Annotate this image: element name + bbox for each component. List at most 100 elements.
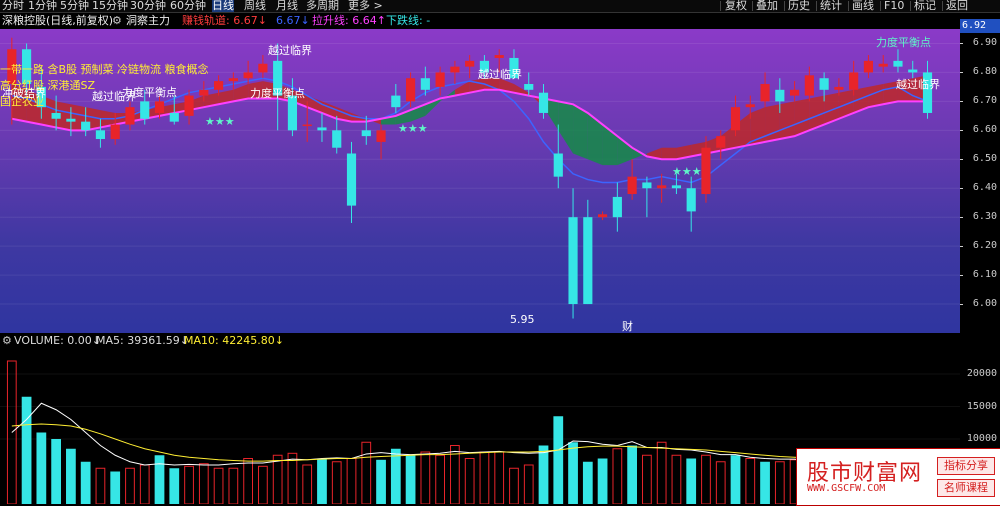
price-tick-mark [960, 304, 963, 306]
toolbar-divider [752, 1, 753, 11]
site-watermark: 股市财富网 WWW.GSCFW.COM 指标分享 名师课程 [796, 448, 1000, 506]
price-tick-label: 6.60 [972, 124, 997, 136]
toolbar-divider [942, 1, 943, 11]
volume-tick-label: 15000 [966, 400, 997, 412]
volume-bar [390, 448, 401, 504]
volume-bar [125, 467, 135, 504]
volume-ma10-line [11, 423, 928, 462]
settings-icon[interactable]: ⚙ [112, 13, 122, 29]
yuejie-label-3: 越过临界 [478, 68, 522, 81]
line2-value: 6.67↓ [276, 14, 310, 27]
toolbar-divider [880, 1, 881, 11]
volume-bar [597, 458, 608, 504]
back-button[interactable]: 返回 [946, 0, 968, 12]
lidu-label-2: 力度平衡点 [250, 87, 305, 100]
candle-body [716, 136, 726, 148]
fuquan-button[interactable]: 复权 [725, 0, 747, 12]
volume-bar [509, 467, 519, 504]
volume-bar [464, 458, 475, 504]
period-tab-fenshi[interactable]: 分时 [2, 0, 24, 12]
price-tick-mark [960, 159, 963, 161]
period-tab-daily[interactable]: 日线 [212, 0, 234, 12]
candle-body [671, 185, 682, 189]
volume-bar [774, 461, 785, 504]
indicator-share-link[interactable]: 指标分享 [937, 457, 995, 475]
period-tab-1min[interactable]: 1分钟 [28, 0, 57, 12]
volume-bar [331, 461, 342, 504]
volume-bar [139, 464, 150, 504]
candle-body [391, 95, 401, 108]
chongpo-label: 冲破结界 [2, 87, 46, 100]
volume-bar [405, 455, 416, 504]
volume-bar [671, 454, 682, 504]
price-tick-mark [960, 275, 963, 277]
price-tick-mark [960, 246, 963, 248]
volume-bar [66, 448, 76, 504]
volume-bar [213, 467, 224, 504]
star-group-3: ★★★ [672, 165, 702, 178]
period-tab-30min[interactable]: 30分钟 [130, 0, 166, 12]
star-group-1: ★★★ [205, 115, 235, 128]
period-tab-60min[interactable]: 60分钟 [170, 0, 206, 12]
volume-bar [169, 468, 180, 504]
yuejie-label-4: 越过临界 [896, 78, 940, 91]
indicator-info-line: 深粮控股(日线,前复权) ⚙ 洞察主力 赚钱轨道: 6.67↓ 6.67↓ 拉升… [0, 13, 1000, 29]
lidu-label: 力度平衡点 [122, 86, 177, 99]
volume-bar [760, 461, 770, 504]
volume-bar [494, 451, 505, 504]
teacher-course-link[interactable]: 名师课程 [937, 479, 995, 497]
candle-body [494, 55, 504, 58]
period-tab-weekly[interactable]: 周线 [244, 0, 266, 12]
volume-bar [36, 432, 47, 504]
overlay-button[interactable]: 叠加 [756, 0, 778, 12]
candle-body [169, 112, 179, 122]
toolbar-divider [720, 1, 721, 11]
candle-body [819, 78, 829, 90]
candle-body [627, 176, 637, 195]
f10-button[interactable]: F10 [884, 0, 904, 12]
candle-body [361, 130, 371, 137]
toolbar-divider [816, 1, 817, 11]
candle-body [66, 118, 76, 122]
candle-body [568, 217, 578, 305]
candle-body [332, 130, 342, 148]
price-chart-pane[interactable]: 一带一路 含B股 预制菜 冷链物流 粮食概念 高分红股 深港通SZ 国企农业 冲… [0, 29, 960, 333]
period-more-button[interactable]: 更多 > [348, 0, 383, 12]
current-price-badge: 6.92 [960, 19, 1000, 33]
sector-line-1: 一带一路 含B股 预制菜 冷链物流 粮食概念 [0, 63, 209, 76]
volume-bar [376, 459, 386, 504]
candle-body [730, 107, 741, 131]
period-tab-5min[interactable]: 5分钟 [60, 0, 89, 12]
period-tab-15min[interactable]: 15分钟 [92, 0, 128, 12]
volume-bar [272, 454, 283, 504]
watermark-url: WWW.GSCFW.COM [807, 483, 886, 494]
period-tab-monthly[interactable]: 月线 [276, 0, 298, 12]
price-tick-mark [960, 130, 963, 132]
stock-title[interactable]: 深粮控股(日线,前复权) [2, 13, 113, 29]
volume-bar [568, 442, 578, 504]
volume-bar [627, 445, 637, 504]
candle-body [612, 196, 622, 218]
candle-body [406, 78, 416, 102]
volume-bar [715, 461, 726, 504]
candle-body [228, 78, 238, 82]
history-button[interactable]: 历史 [788, 0, 810, 12]
cloud-band [765, 104, 780, 142]
price-tick-label: 6.00 [972, 298, 997, 310]
mark-button[interactable]: 标记 [914, 0, 936, 12]
period-tab-multi[interactable]: 多周期 [306, 0, 339, 12]
volume-bar [435, 454, 445, 504]
candle-body [81, 121, 91, 131]
cloud-band [587, 112, 603, 166]
low-price-label: 5.95 [510, 313, 535, 326]
volume-bar [317, 458, 327, 504]
cai-label: 财 [622, 320, 633, 333]
settings-icon[interactable]: ⚙ [2, 333, 12, 348]
candle-body [465, 60, 475, 67]
candle-body [243, 72, 253, 79]
volume-bar [21, 396, 32, 504]
indicator-name[interactable]: 洞察主力 [126, 13, 170, 29]
statistics-button[interactable]: 统计 [820, 0, 842, 12]
cloud-band [617, 136, 633, 166]
drawline-button[interactable]: 画线 [852, 0, 874, 12]
